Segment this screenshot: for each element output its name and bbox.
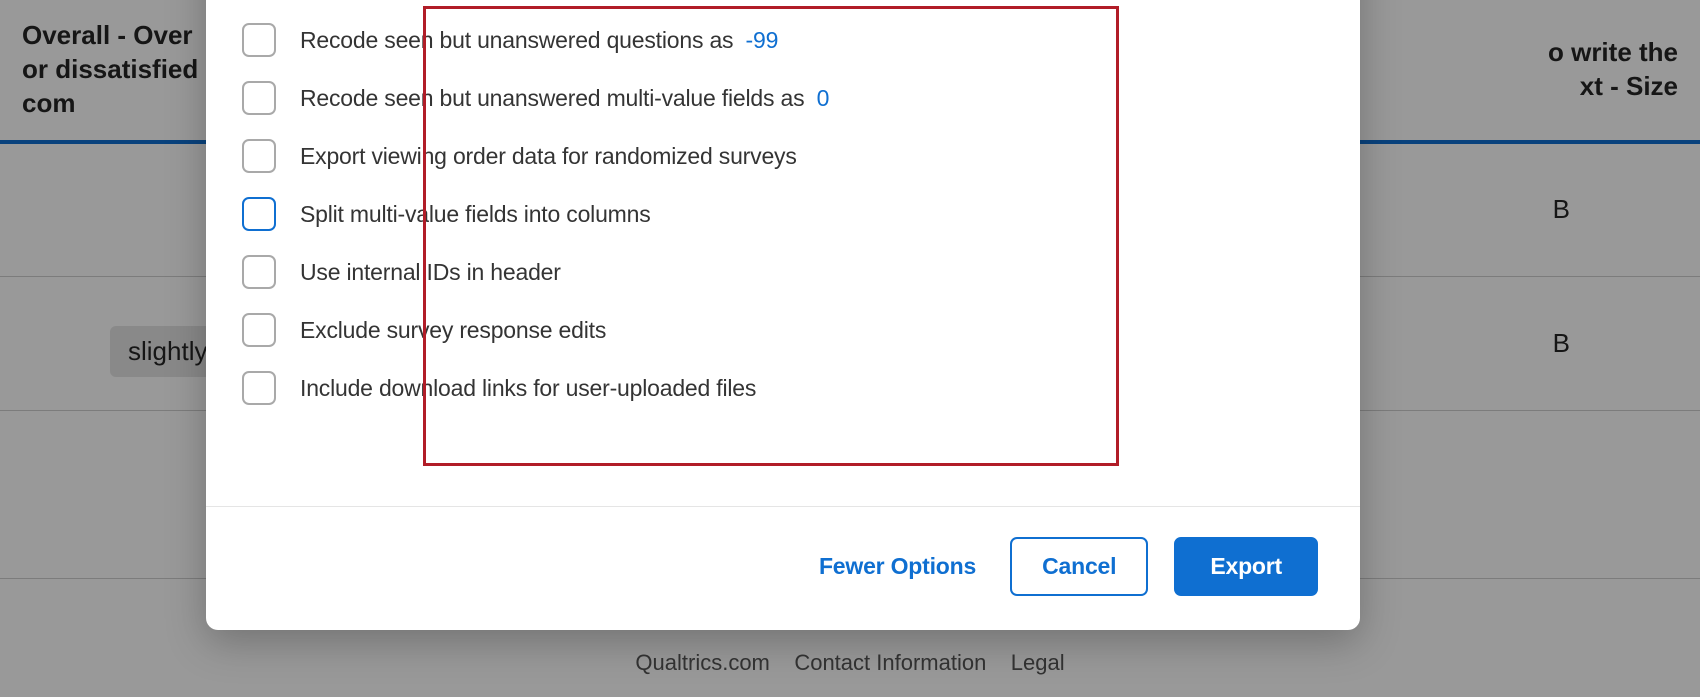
option-value[interactable]: -99 [746,27,779,53]
export-options-modal: Recode seen but unanswered questions as … [206,0,1360,630]
checkbox-icon[interactable] [242,255,276,289]
option-exclude-edits[interactable]: Exclude survey response edits [206,301,1360,359]
option-split-multivalue[interactable]: Split multi-value fields into columns [206,185,1360,243]
option-include-download-links[interactable]: Include download links for user-uploaded… [206,359,1360,417]
option-label: Recode seen but unanswered multi-value f… [300,85,829,112]
checkbox-icon[interactable] [242,197,276,231]
option-value[interactable]: 0 [817,85,830,111]
option-label: Use internal IDs in header [300,259,561,286]
option-recode-unanswered[interactable]: Recode seen but unanswered questions as … [206,11,1360,69]
modal-footer: Fewer Options Cancel Export [206,506,1360,630]
export-button[interactable]: Export [1174,537,1318,596]
fewer-options-button[interactable]: Fewer Options [811,539,984,594]
option-export-viewing-order[interactable]: Export viewing order data for randomized… [206,127,1360,185]
option-label: Export viewing order data for randomized… [300,143,797,170]
checkbox-icon[interactable] [242,313,276,347]
checkbox-icon[interactable] [242,371,276,405]
checkbox-icon[interactable] [242,23,276,57]
modal-body: Recode seen but unanswered questions as … [206,0,1360,506]
option-label: Include download links for user-uploaded… [300,375,756,402]
option-label: Split multi-value fields into columns [300,201,651,228]
cancel-button[interactable]: Cancel [1010,537,1148,596]
checkbox-icon[interactable] [242,139,276,173]
checkbox-icon[interactable] [242,81,276,115]
option-internal-ids[interactable]: Use internal IDs in header [206,243,1360,301]
option-label: Recode seen but unanswered questions as … [300,27,778,54]
option-label: Exclude survey response edits [300,317,606,344]
option-recode-multivalue[interactable]: Recode seen but unanswered multi-value f… [206,69,1360,127]
